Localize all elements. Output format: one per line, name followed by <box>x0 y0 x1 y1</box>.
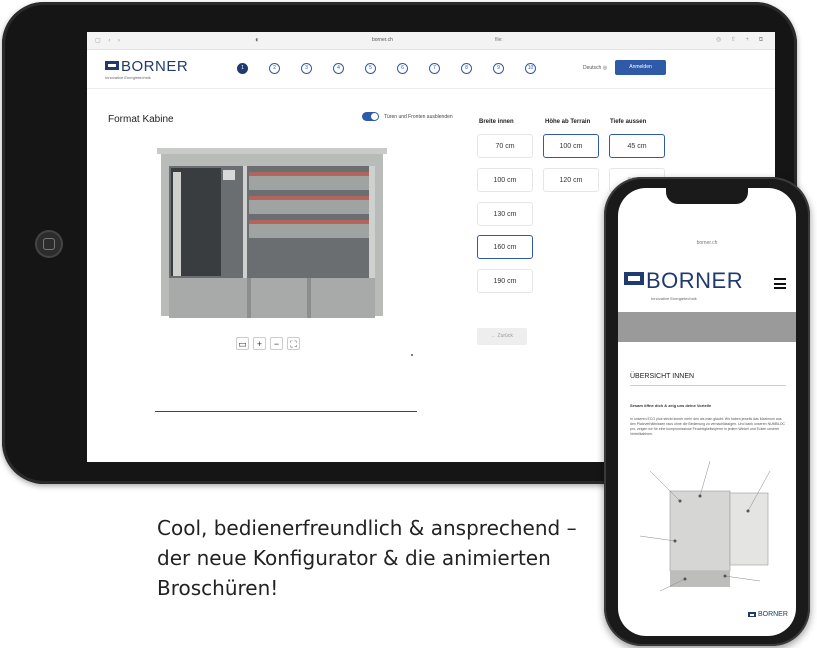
callout-dot-5 <box>683 577 687 581</box>
option-breite-190[interactable]: 190 cm <box>477 269 533 293</box>
option-hoehe-120[interactable]: 120 cm <box>543 168 599 192</box>
phone-screen: borner.ch BORNER Innovative Energietechn… <box>618 188 796 636</box>
phone-divider <box>630 385 786 386</box>
callout-dot-4 <box>673 539 677 543</box>
home-button-icon <box>35 230 63 258</box>
option-breite-130[interactable]: 130 cm <box>477 202 533 226</box>
column-header-breite: Breite innen <box>479 119 514 125</box>
phone-notch <box>666 188 748 204</box>
fullscreen-icon[interactable]: ⛶ <box>287 337 300 350</box>
cabinet-left-door <box>173 172 181 276</box>
step-progress: 1 2 3 4 5 6 7 8 9 10 <box>237 63 557 74</box>
cursor-dot <box>411 354 413 356</box>
globe-icon: ◎ <box>602 65 608 71</box>
caption-line-2: der neue Konfigurator & die animierten <box>157 546 551 570</box>
zoom-in-icon[interactable]: + <box>253 337 266 350</box>
column-header-hoehe: Höhe ab Terrain <box>545 119 591 125</box>
phone-logo[interactable]: BORNER <box>624 268 743 294</box>
step-5[interactable]: 5 <box>365 63 376 74</box>
phone-footer-logo: BORNER <box>748 611 788 618</box>
callout-line-6 <box>724 575 761 582</box>
diagram-cabinet-body <box>669 490 731 572</box>
borner-logo[interactable]: BORNER <box>105 58 188 76</box>
logo-mark-icon <box>748 612 756 617</box>
callout-dot-6 <box>723 574 727 578</box>
step-3[interactable]: 3 <box>301 63 312 74</box>
browser-nav-icons[interactable]: ▢ ‹ › <box>95 37 123 44</box>
fuse-accent-3 <box>249 220 369 224</box>
cabinet-diagram <box>639 460 771 592</box>
step-10[interactable]: 10 <box>525 63 536 74</box>
view-toggle-icon[interactable]: ▭ <box>236 337 249 350</box>
callout-dot-1 <box>678 499 682 503</box>
step-1[interactable]: 1 <box>237 63 248 74</box>
cabinet-center-post <box>243 166 247 278</box>
diagram-cabinet-base <box>670 571 730 587</box>
cabinet-3d-view[interactable] <box>157 142 387 320</box>
caption-line-3: Broschüren! <box>157 576 279 600</box>
step-4[interactable]: 4 <box>333 63 344 74</box>
callout-dot-3 <box>746 509 750 513</box>
column-header-tiefe: Tiefe aussen <box>610 119 647 125</box>
phone-body-text: In unseren ECO plus steckt immer mehr dr… <box>630 417 786 436</box>
option-breite-100[interactable]: 100 cm <box>477 168 533 192</box>
phone-subtitle: Sesam öffne dich & zeig uns deine Vortei… <box>630 403 712 408</box>
option-hoehe-100[interactable]: 100 cm <box>543 134 599 158</box>
callout-dot-2 <box>698 494 702 498</box>
logo-mark-icon <box>105 61 119 70</box>
step-7[interactable]: 7 <box>429 63 440 74</box>
language-select[interactable]: Deutsch ◎ <box>583 65 607 71</box>
base-divider-2 <box>307 278 311 318</box>
app-header: BORNER Innovative Energietechnik 1 2 3 4… <box>87 50 775 89</box>
phone-hero-banner <box>618 312 796 342</box>
browser-toolbar: ▢ ‹ › ◐ borner.ch file: ◎ ⇧ + ⧉ <box>87 32 775 50</box>
browser-url[interactable]: borner.ch <box>372 37 393 43</box>
cabinet-roof-top <box>157 148 387 154</box>
back-button[interactable]: ← Zurück <box>477 328 527 345</box>
caption-line-1: Cool, bedienerfreundlich & ansprechend – <box>157 516 577 540</box>
phone-url[interactable]: borner.ch <box>618 240 796 246</box>
cabinet-left-side <box>161 166 169 316</box>
content-divider <box>155 411 417 412</box>
hamburger-menu-icon[interactable] <box>774 278 786 292</box>
logo-subtitle: Innovative Energietechnik <box>105 75 151 80</box>
cabinet-roof <box>161 152 383 166</box>
browser-loading-icon: ◐ <box>255 35 260 44</box>
step-9[interactable]: 9 <box>493 63 504 74</box>
step-2[interactable]: 2 <box>269 63 280 74</box>
base-divider-1 <box>247 278 251 318</box>
cabinet-base <box>169 278 375 318</box>
step-8[interactable]: 8 <box>461 63 472 74</box>
toggle-label: Türen und Fronten ausblenden <box>384 114 453 120</box>
language-label: Deutsch <box>583 65 602 71</box>
phone-logo-text: BORNER <box>646 268 744 293</box>
option-breite-70[interactable]: 70 cm <box>477 134 533 158</box>
phone-footer-logo-text: BORNER <box>757 611 788 618</box>
step-6[interactable]: 6 <box>397 63 408 74</box>
login-button[interactable]: Anmelden <box>615 60 666 75</box>
zoom-out-icon[interactable]: − <box>270 337 283 350</box>
phone-device: borner.ch BORNER Innovative Energietechn… <box>604 177 810 646</box>
browser-action-icons[interactable]: ◎ ⇧ + ⧉ <box>716 36 767 44</box>
logo-text: BORNER <box>121 58 189 75</box>
logo-mark-icon <box>624 272 644 285</box>
phone-logo-subtitle: Innovative Energietechnik <box>651 296 697 301</box>
option-tiefe-45[interactable]: 45 cm <box>609 134 665 158</box>
callout-line-1 <box>649 470 681 502</box>
fuse-accent-1 <box>249 172 369 176</box>
option-breite-160[interactable]: 160 cm <box>477 235 533 259</box>
browser-tab[interactable]: file: <box>495 37 503 43</box>
fuse-accent-2 <box>249 196 369 200</box>
cabinet-right-side <box>375 166 383 316</box>
diagram-cabinet-door <box>729 492 769 566</box>
phone-section-title: ÜBERSICHT INNEN <box>630 373 695 380</box>
section-title: Format Kabine <box>108 114 174 125</box>
cabinet-meter <box>223 170 235 180</box>
caption: Cool, bedienerfreundlich & ansprechend –… <box>157 513 577 603</box>
hide-doors-toggle[interactable] <box>362 112 379 121</box>
